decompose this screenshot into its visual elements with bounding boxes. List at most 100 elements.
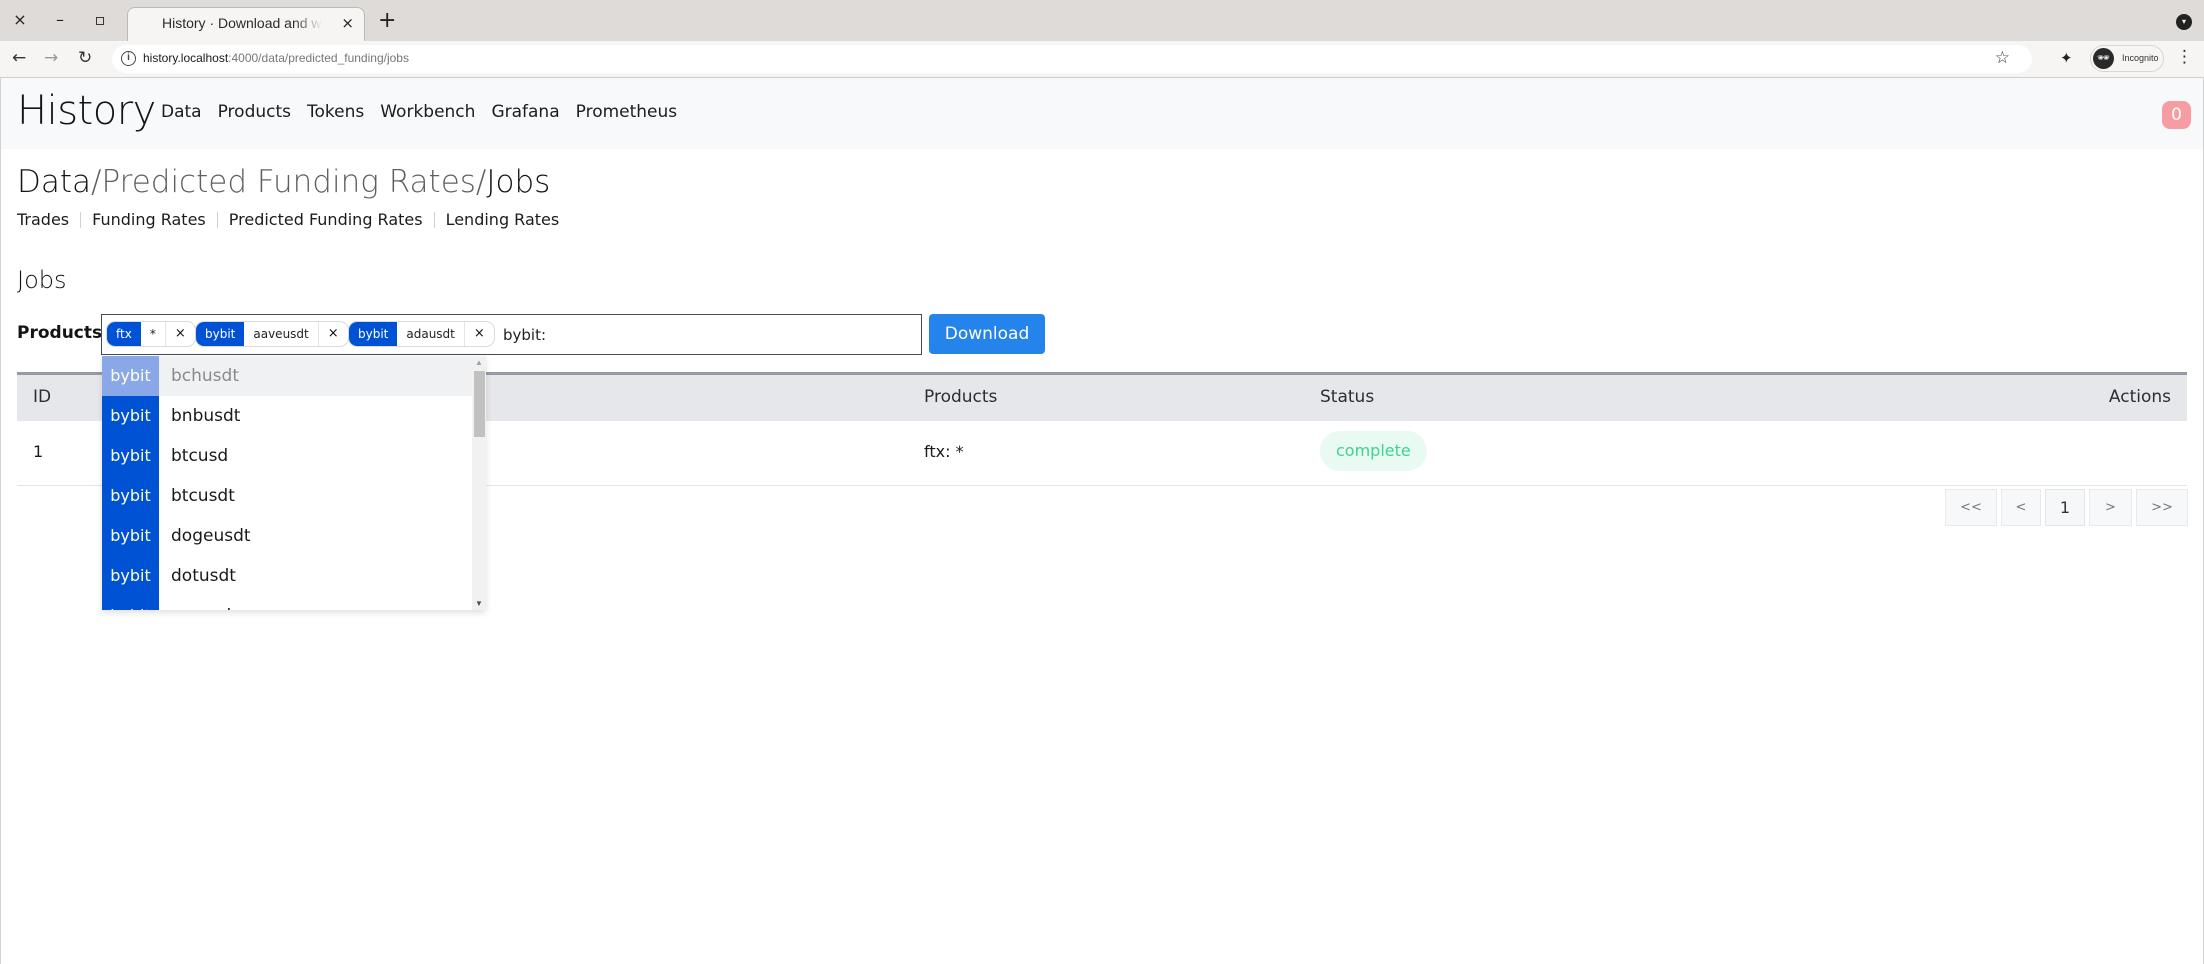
nav-item-grafana[interactable]: Grafana — [491, 102, 559, 122]
product-chip: bybit aaveusdt × — [195, 321, 349, 347]
page-first-button[interactable]: << — [1945, 489, 1997, 526]
chip-symbol: adausdt — [397, 322, 465, 346]
breadcrumb-separator: / — [475, 164, 487, 200]
page-last-button[interactable]: >> — [2136, 489, 2188, 526]
url-text[interactable]: history.localhost:4000/data/predicted_fu… — [143, 51, 409, 65]
job-id: 1 — [33, 442, 44, 461]
section-title: Jobs — [17, 266, 67, 294]
scrollbar-thumb[interactable] — [474, 371, 485, 437]
nav-item-data[interactable]: Data — [161, 102, 202, 122]
option-venue: bybit — [102, 556, 159, 596]
site-info-icon[interactable]: i — [121, 51, 136, 66]
download-button[interactable]: Download — [929, 314, 1045, 354]
column-header-id: ID — [33, 387, 52, 407]
chip-remove-icon[interactable]: × — [465, 322, 494, 346]
nav-item-workbench[interactable]: Workbench — [380, 102, 475, 122]
products-multiselect-input[interactable]: ftx * × bybit aaveusdt × bybit adausdt ×… — [101, 314, 922, 355]
chip-symbol: aaveusdt — [244, 322, 319, 346]
autocomplete-option[interactable]: bybit dogeusdt — [102, 516, 472, 556]
autocomplete-option[interactable]: bybit dotusdt — [102, 556, 472, 596]
incognito-icon: 🕶 — [2093, 48, 2114, 69]
breadcrumb-separator: / — [91, 164, 102, 200]
address-bar[interactable]: i history.localhost:4000/data/predicted_… — [112, 45, 2032, 73]
top-navbar: History Data Products Tokens Workbench G… — [1, 78, 2203, 149]
back-icon[interactable]: ← — [12, 48, 26, 68]
subnav-divider — [433, 211, 435, 228]
pagination: << < 1 > >> — [1945, 489, 2188, 526]
autocomplete-option[interactable]: bybit bnbusdt — [102, 396, 472, 436]
chip-venue: bybit — [349, 322, 398, 346]
browser-menu-icon[interactable]: ⋮ — [2176, 47, 2193, 67]
browser-toolbar: ← → ↻ i history.localhost:4000/data/pred… — [0, 41, 2204, 78]
option-symbol: btcusd — [159, 436, 472, 476]
product-chip: ftx * × — [106, 321, 196, 347]
nav-item-tokens[interactable]: Tokens — [307, 102, 364, 122]
main-nav: Data Products Tokens Workbench Grafana P… — [161, 102, 677, 122]
autocomplete-option[interactable]: bybit btcusd — [102, 436, 472, 476]
chip-venue: bybit — [196, 322, 245, 346]
breadcrumb-jobs: Jobs — [486, 164, 551, 200]
dropdown-scrollbar[interactable]: ▲ ▼ — [472, 356, 486, 610]
breadcrumb-data[interactable]: Data — [17, 164, 91, 200]
url-host: history.localhost — [143, 51, 229, 65]
browser-tab-bar: × – ▫ History · Download and watch × + ▾ — [0, 0, 2204, 41]
job-products: ftx: * — [924, 442, 964, 461]
page-next-button[interactable]: > — [2089, 489, 2132, 526]
page-prev-button[interactable]: < — [2001, 489, 2041, 526]
forward-icon[interactable]: → — [44, 48, 58, 68]
subnav-funding-rates[interactable]: Funding Rates — [92, 210, 206, 229]
option-venue: bybit — [102, 476, 159, 516]
status-badge: complete — [1320, 431, 1427, 471]
option-venue: bybit — [102, 356, 159, 396]
nav-item-prometheus[interactable]: Prometheus — [576, 102, 678, 122]
column-header-status: Status — [1320, 387, 1375, 407]
breadcrumb-predicted-funding-rates[interactable]: Predicted Funding Rates — [101, 164, 475, 200]
subnav-divider — [216, 211, 218, 228]
new-tab-button[interactable]: + — [378, 8, 396, 33]
products-search-text[interactable]: bybit: — [503, 326, 546, 344]
page-current-button[interactable]: 1 — [2045, 489, 2085, 526]
brand-logo[interactable]: History — [17, 88, 156, 134]
extensions-icon[interactable]: ✦ — [2060, 49, 2073, 67]
chip-remove-icon[interactable]: × — [166, 322, 195, 346]
autocomplete-option[interactable]: bybit btcusdt — [102, 476, 472, 516]
option-symbol: dotusdt — [159, 556, 472, 596]
window-maximize-icon[interactable]: ▫ — [90, 10, 110, 30]
chip-venue: ftx — [107, 322, 141, 346]
browser-tab[interactable]: History · Download and watch × — [127, 7, 365, 41]
column-header-actions: Actions — [2108, 387, 2171, 407]
breadcrumb: Data/Predicted Funding Rates/Jobs — [17, 164, 550, 200]
option-symbol: btcusdt — [159, 476, 472, 516]
option-symbol: dogeusdt — [159, 516, 472, 556]
subnav-lending-rates[interactable]: Lending Rates — [446, 210, 560, 229]
option-symbol: bchusdt — [159, 356, 472, 396]
incognito-profile-button[interactable]: 🕶 Incognito — [2090, 45, 2164, 72]
option-venue: bybit — [102, 436, 159, 476]
autocomplete-option[interactable]: bybit bchusdt — [102, 356, 472, 396]
url-path: :4000/data/predicted_funding/jobs — [228, 51, 409, 65]
notification-count-badge[interactable]: 0 — [2162, 101, 2191, 129]
product-autocomplete-dropdown: bybit bchusdt bybit bnbusdt bybit btcusd… — [102, 356, 486, 610]
scroll-up-icon[interactable]: ▲ — [475, 358, 483, 367]
bookmark-star-icon[interactable]: ☆ — [1995, 48, 2010, 68]
window-minimize-icon[interactable]: – — [50, 10, 70, 30]
option-symbol: bnbusdt — [159, 396, 472, 436]
option-symbol: eosusd — [159, 596, 472, 610]
nav-item-products[interactable]: Products — [218, 102, 291, 122]
chip-symbol: * — [141, 322, 166, 346]
tab-title: History · Download and watch — [162, 15, 322, 31]
subnav-predicted-funding-rates[interactable]: Predicted Funding Rates — [229, 210, 423, 229]
incognito-label: Incognito — [2122, 53, 2159, 63]
page: History Data Products Tokens Workbench G… — [0, 78, 2204, 964]
autocomplete-option[interactable]: bybit eosusd — [102, 596, 472, 610]
subnav-divider — [80, 211, 82, 228]
window-close-icon[interactable]: × — [10, 10, 30, 30]
tab-search-icon[interactable]: ▾ — [2176, 14, 2192, 30]
scroll-down-icon[interactable]: ▼ — [475, 599, 483, 608]
chip-remove-icon[interactable]: × — [319, 322, 348, 346]
reload-icon[interactable]: ↻ — [78, 48, 92, 68]
option-venue: bybit — [102, 516, 159, 556]
subnav-trades[interactable]: Trades — [17, 210, 69, 229]
column-header-products: Products — [924, 387, 998, 407]
tab-close-icon[interactable]: × — [341, 14, 354, 32]
